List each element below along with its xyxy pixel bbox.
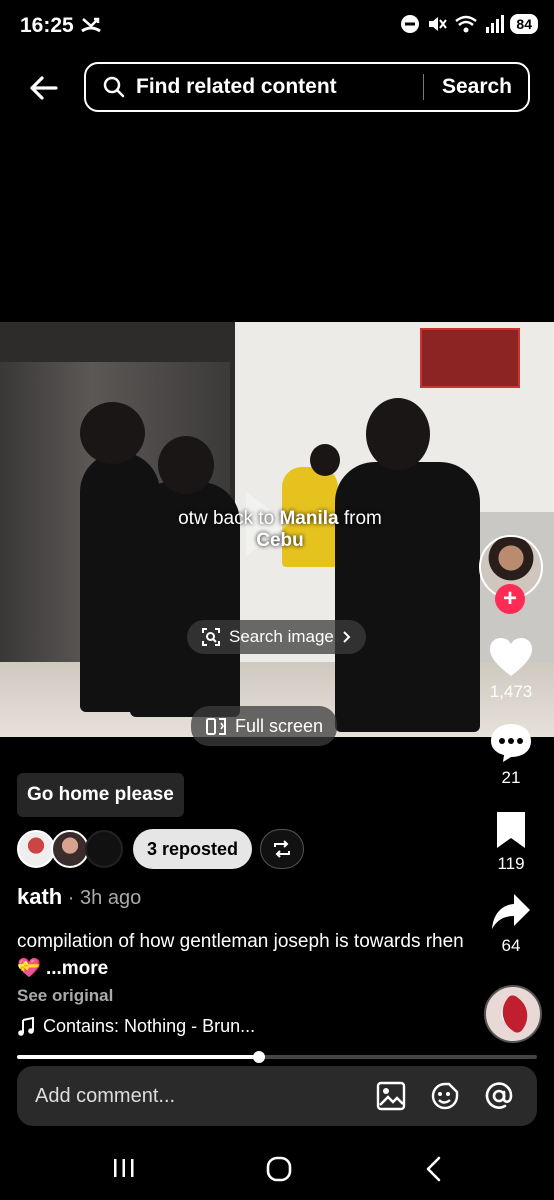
see-original-link[interactable]: See original bbox=[17, 986, 113, 1006]
author-row[interactable]: kath · 3h ago bbox=[17, 884, 141, 910]
author-name[interactable]: kath bbox=[17, 884, 62, 909]
repost-icon bbox=[274, 840, 291, 858]
search-icon bbox=[103, 76, 125, 98]
back-arrow-icon bbox=[30, 76, 58, 100]
status-icons: 84 bbox=[400, 14, 538, 34]
video-scene-poster bbox=[420, 328, 520, 388]
full-screen-button[interactable]: Full screen bbox=[191, 706, 338, 746]
comment-icon bbox=[491, 724, 531, 762]
save-count: 119 bbox=[497, 854, 525, 873]
share-icon bbox=[492, 894, 530, 929]
video-progress-bar[interactable] bbox=[17, 1051, 537, 1063]
sound-disc[interactable] bbox=[484, 985, 542, 1043]
like-count: 1,473 bbox=[489, 682, 533, 701]
post-description[interactable]: compilation of how gentleman joseph is t… bbox=[17, 928, 467, 982]
full-screen-icon bbox=[206, 718, 226, 735]
system-nav-bar bbox=[0, 1140, 554, 1200]
repost-row[interactable]: 3 reposted bbox=[17, 828, 305, 870]
chevron-right-icon bbox=[343, 631, 351, 643]
video-overlay-text: otw back to Manila from Cebu bbox=[178, 508, 382, 551]
search-input[interactable]: Find related content bbox=[136, 75, 423, 99]
video-scene-head bbox=[80, 402, 145, 464]
recent-apps-button[interactable] bbox=[110, 1154, 138, 1182]
emoji-icon[interactable] bbox=[429, 1080, 461, 1112]
follow-button[interactable]: + bbox=[495, 584, 525, 614]
comment-input[interactable]: Add comment... bbox=[35, 1085, 375, 1108]
at-icon[interactable] bbox=[483, 1080, 515, 1112]
progress-fill bbox=[17, 1055, 259, 1059]
avatar bbox=[17, 830, 55, 868]
missed-call-icon bbox=[80, 15, 102, 40]
avatar bbox=[51, 830, 89, 868]
comment-button[interactable]: 21 bbox=[480, 722, 542, 788]
mute-icon bbox=[429, 17, 448, 31]
video-scene-person bbox=[335, 462, 480, 732]
battery-level: 84 bbox=[510, 14, 538, 34]
bookmark-icon bbox=[497, 812, 525, 848]
reposted-button[interactable]: 3 reposted bbox=[133, 829, 253, 869]
image-icon[interactable] bbox=[375, 1080, 407, 1112]
share-count: 64 bbox=[501, 936, 521, 955]
full-screen-label: Full screen bbox=[235, 715, 324, 736]
post-time: · 3h ago bbox=[62, 887, 142, 909]
caption-badge: Go home please bbox=[17, 773, 184, 817]
music-note-icon bbox=[18, 1016, 34, 1036]
nav-back-button[interactable] bbox=[420, 1154, 448, 1184]
save-button[interactable]: 119 bbox=[480, 810, 542, 874]
status-time: 16:25 bbox=[20, 14, 74, 37]
video-player[interactable]: otw back to Manila from Cebu bbox=[0, 322, 554, 737]
signal-icon bbox=[486, 15, 505, 33]
comment-bar[interactable]: Add comment... bbox=[17, 1066, 537, 1126]
share-button[interactable]: 64 bbox=[480, 892, 542, 956]
back-button[interactable] bbox=[26, 70, 62, 106]
image-search-icon bbox=[202, 628, 220, 646]
search-image-button[interactable]: Search image bbox=[187, 620, 366, 654]
video-scene-head bbox=[366, 398, 430, 470]
repost-button[interactable] bbox=[260, 829, 305, 869]
progress-thumb[interactable] bbox=[252, 1051, 265, 1063]
avatar bbox=[85, 830, 123, 868]
home-button[interactable] bbox=[264, 1154, 294, 1184]
more-link[interactable]: ...more bbox=[46, 958, 108, 979]
wifi-icon bbox=[455, 15, 478, 33]
video-scene-head bbox=[310, 444, 340, 476]
search-bar[interactable]: Find related content Search bbox=[84, 62, 530, 112]
video-scene-head bbox=[158, 436, 214, 494]
status-bar: 16:25 84 bbox=[0, 0, 554, 52]
comment-count: 21 bbox=[501, 768, 521, 787]
do-not-disturb-icon bbox=[401, 15, 420, 33]
like-button[interactable]: 1,473 bbox=[480, 636, 542, 702]
music-row[interactable]: Contains: Nothing - Brun... bbox=[17, 1016, 255, 1037]
heart-icon bbox=[490, 638, 532, 676]
search-button[interactable]: Search bbox=[424, 75, 528, 99]
music-title: Contains: Nothing - Brun... bbox=[43, 1016, 256, 1036]
search-image-label: Search image bbox=[229, 627, 334, 646]
